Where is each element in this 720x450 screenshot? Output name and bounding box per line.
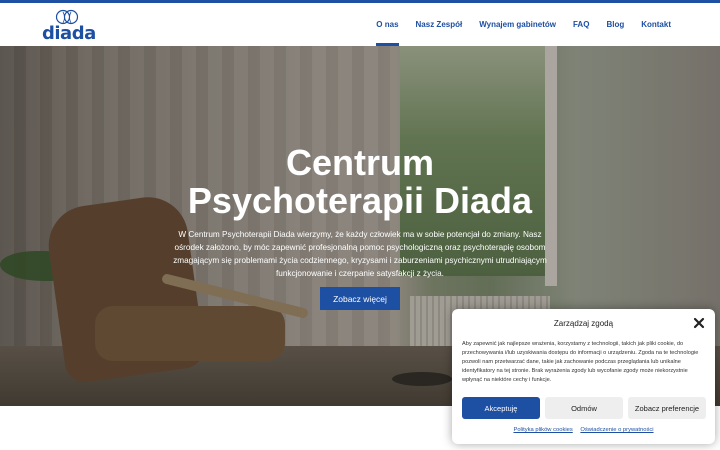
preferences-button[interactable]: Zobacz preferencje	[628, 397, 706, 419]
nav-item-o-nas[interactable]: O nas	[376, 3, 399, 46]
hero-description: W Centrum Psychoterapii Diada wierzymy, …	[173, 230, 547, 278]
hero-side-table	[392, 372, 452, 386]
nav-item-zespol[interactable]: Nasz Zespół	[416, 3, 463, 46]
hero-title-line2: Psychoterapii Diada	[187, 180, 533, 221]
see-more-button[interactable]: Zobacz więcej	[320, 287, 400, 310]
cookie-links: Polityka plików cookies Oświadczenie o p…	[452, 427, 715, 433]
nav-item-wynajem[interactable]: Wynajem gabinetów	[479, 3, 556, 46]
logo[interactable]: diada	[42, 9, 96, 45]
deny-cookies-button[interactable]: Odmów	[545, 397, 623, 419]
cookie-policy-link[interactable]: Polityka plików cookies	[513, 427, 572, 433]
cookie-consent-dialog: Zarządzaj zgodą Aby zapewnić jak najleps…	[452, 309, 715, 444]
cookie-title: Zarządzaj zgodą	[553, 319, 614, 328]
nav-item-faq[interactable]: FAQ	[573, 3, 589, 46]
hero-title: Centrum Psychoterapii Diada	[160, 144, 560, 220]
accept-cookies-button[interactable]: Akceptuję	[462, 397, 540, 419]
cookie-description: Aby zapewnić jak najlepsze wrażenia, kor…	[462, 341, 699, 383]
site-header: diada O nas Nasz Zespół Wynajem gabinetó…	[0, 3, 720, 46]
nav-item-kontakt[interactable]: Kontakt	[641, 3, 671, 46]
logo-text: diada	[42, 23, 96, 44]
privacy-statement-link[interactable]: Oświadczenie o prywatności	[580, 427, 653, 433]
main-nav: O nas Nasz Zespół Wynajem gabinetów FAQ …	[376, 3, 720, 46]
hero-title-line1: Centrum	[285, 142, 434, 183]
close-icon[interactable]	[693, 317, 705, 329]
nav-item-blog[interactable]: Blog	[606, 3, 624, 46]
